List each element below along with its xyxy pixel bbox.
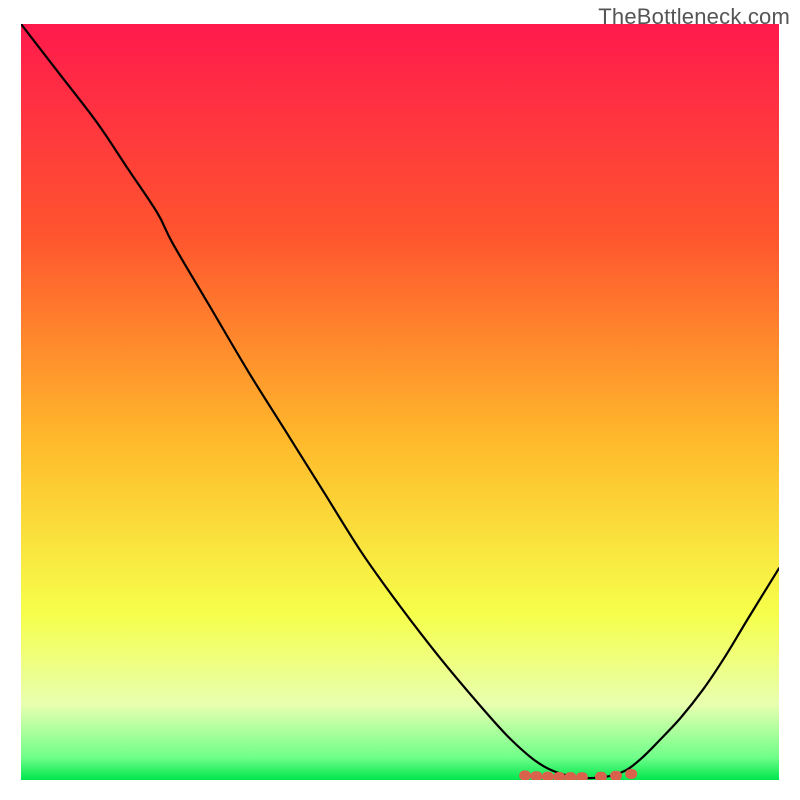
bottom-mark	[625, 769, 637, 779]
bottom-mark	[610, 771, 622, 780]
bottom-mark	[576, 772, 588, 780]
bottom-mark	[542, 772, 554, 780]
chart-container: TheBottleneck.com	[0, 0, 800, 800]
bottom-mark	[530, 771, 542, 780]
bottom-mark	[565, 772, 577, 780]
bottleneck-chart	[21, 24, 779, 780]
bottom-mark	[553, 772, 565, 780]
gradient-background	[21, 24, 779, 780]
bottom-mark	[519, 771, 531, 781]
bottom-mark	[595, 772, 607, 780]
